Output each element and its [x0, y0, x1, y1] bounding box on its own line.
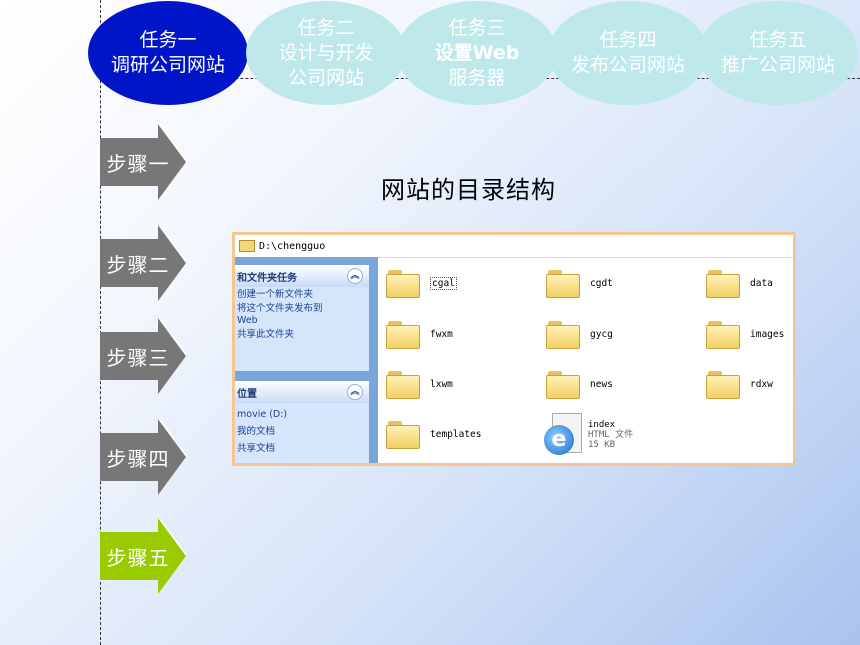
file-item-index[interactable]: e index HTML 文件 15 KB [542, 413, 633, 457]
step-arrow-5[interactable]: 步骤五 [100, 518, 186, 594]
folder-name: fwxm [430, 328, 453, 340]
task-tab-4-line1: 任务四 [599, 29, 657, 51]
collapse-chevron-icon[interactable]: ︽ [347, 384, 363, 400]
folder-icon [386, 319, 420, 349]
task-tab-2[interactable]: 任务二 设计与开发 公司网站 [246, 1, 406, 105]
step-arrow-4-label: 步骤四 [106, 446, 170, 471]
task-tab-1[interactable]: 任务一 调研公司网站 [88, 1, 248, 105]
folder-name: cgdt [590, 277, 613, 289]
task-publish-web[interactable]: Web [235, 315, 369, 327]
folder-icon [386, 419, 420, 449]
folder-item-gycg[interactable]: gycg [546, 319, 613, 349]
folder-icon [546, 268, 580, 298]
file-tasks-title: 和文件夹任务 [237, 272, 297, 284]
task-publish-folder[interactable]: 将这个文件夹发布到 [235, 301, 369, 315]
step-arrow-4[interactable]: 步骤四 [100, 419, 186, 495]
step-arrow-2-label: 步骤二 [106, 252, 170, 277]
file-list: cgal cgdt data fwxm gycg images lxwm new… [378, 257, 793, 463]
task-tab-5-line1: 任务五 [749, 29, 807, 51]
task-tab-3-line1: 任务三 [448, 16, 506, 39]
file-tasks-panel: 和文件夹任务 ︽ 创建一个新文件夹 将这个文件夹发布到 Web 共享此文件夹 [235, 265, 369, 371]
step-arrow-1-label: 步骤一 [106, 151, 170, 176]
folder-item-cgal[interactable]: cgal [386, 268, 457, 298]
html-file-icon: e [542, 413, 582, 457]
file-type: HTML 文件 [588, 430, 634, 440]
file-name: index [588, 420, 616, 430]
page-title: 网站的目录结构 [381, 176, 556, 204]
explorer-window: D:\chengguo 和文件夹任务 ︽ 创建一个新文件夹 将这个文件夹发布到 … [232, 232, 796, 466]
folder-item-cgdt[interactable]: cgdt [546, 268, 613, 298]
task-tab-3-line2: 设置Web [434, 41, 520, 64]
folder-name: data [750, 277, 773, 289]
step-arrow-5-label: 步骤五 [106, 545, 170, 570]
folder-name: gycg [590, 328, 613, 340]
folder-icon [239, 240, 255, 252]
task-tab-5-line2: 推广公司网站 [720, 54, 835, 76]
folder-item-images[interactable]: images [706, 319, 784, 349]
task-tab-3-line3: 服务器 [448, 66, 506, 89]
folder-name: cgal [430, 276, 457, 290]
places-title: 位置 [237, 388, 257, 400]
task-tab-2-line2: 设计与开发 [278, 41, 374, 64]
task-tab-4[interactable]: 任务四 发布公司网站 [548, 1, 708, 105]
file-tasks-header[interactable]: 和文件夹任务 ︽ [235, 265, 369, 287]
folder-icon [706, 319, 740, 349]
place-my-documents[interactable]: 我的文档 [235, 421, 369, 438]
folder-item-data[interactable]: data [706, 268, 773, 298]
folder-icon [386, 268, 420, 298]
task-share-folder[interactable]: 共享此文件夹 [235, 327, 369, 341]
collapse-chevron-icon[interactable]: ︽ [347, 268, 363, 284]
folder-icon [386, 369, 420, 399]
folder-icon [546, 319, 580, 349]
folder-item-news[interactable]: news [546, 369, 613, 399]
task-pane: 和文件夹任务 ︽ 创建一个新文件夹 将这个文件夹发布到 Web 共享此文件夹 位… [235, 257, 378, 463]
folder-name: images [750, 328, 785, 340]
folder-name: lxwm [430, 378, 453, 390]
task-tab-1-line2: 调研公司网站 [110, 54, 225, 76]
places-panel: 位置 ︽ movie (D:) 我的文档 共享文档 [235, 381, 369, 463]
folder-item-templates[interactable]: templates [386, 419, 481, 449]
folder-name: templates [430, 428, 482, 440]
task-tab-4-line2: 发布公司网站 [570, 54, 685, 76]
task-tab-5[interactable]: 任务五 推广公司网站 [698, 1, 858, 105]
folder-name: news [590, 378, 613, 390]
folder-icon [706, 268, 740, 298]
task-tab-1-line1: 任务一 [139, 29, 197, 51]
folder-item-fwxm[interactable]: fwxm [386, 319, 453, 349]
folder-item-rdxw[interactable]: rdxw [706, 369, 773, 399]
file-size: 15 KB [588, 440, 616, 450]
step-arrow-3-label: 步骤三 [106, 345, 170, 370]
folder-name: rdxw [750, 378, 773, 390]
task-tab-2-line1: 任务二 [297, 16, 355, 39]
step-arrow-1[interactable]: 步骤一 [100, 124, 186, 200]
step-arrow-3[interactable]: 步骤三 [100, 318, 186, 394]
address-bar[interactable]: D:\chengguo [235, 235, 793, 258]
folder-item-lxwm[interactable]: lxwm [386, 369, 453, 399]
address-path: D:\chengguo [259, 240, 326, 252]
step-arrow-2[interactable]: 步骤二 [100, 225, 186, 301]
places-header[interactable]: 位置 ︽ [235, 381, 369, 403]
task-tab-2-line3: 公司网站 [287, 66, 364, 89]
place-movie-drive[interactable]: movie (D:) [235, 403, 369, 421]
folder-icon [546, 369, 580, 399]
place-shared-documents[interactable]: 共享文档 [235, 438, 369, 455]
task-tab-3[interactable]: 任务三 设置Web 服务器 [397, 1, 557, 105]
task-new-folder[interactable]: 创建一个新文件夹 [235, 287, 369, 301]
folder-icon [706, 369, 740, 399]
